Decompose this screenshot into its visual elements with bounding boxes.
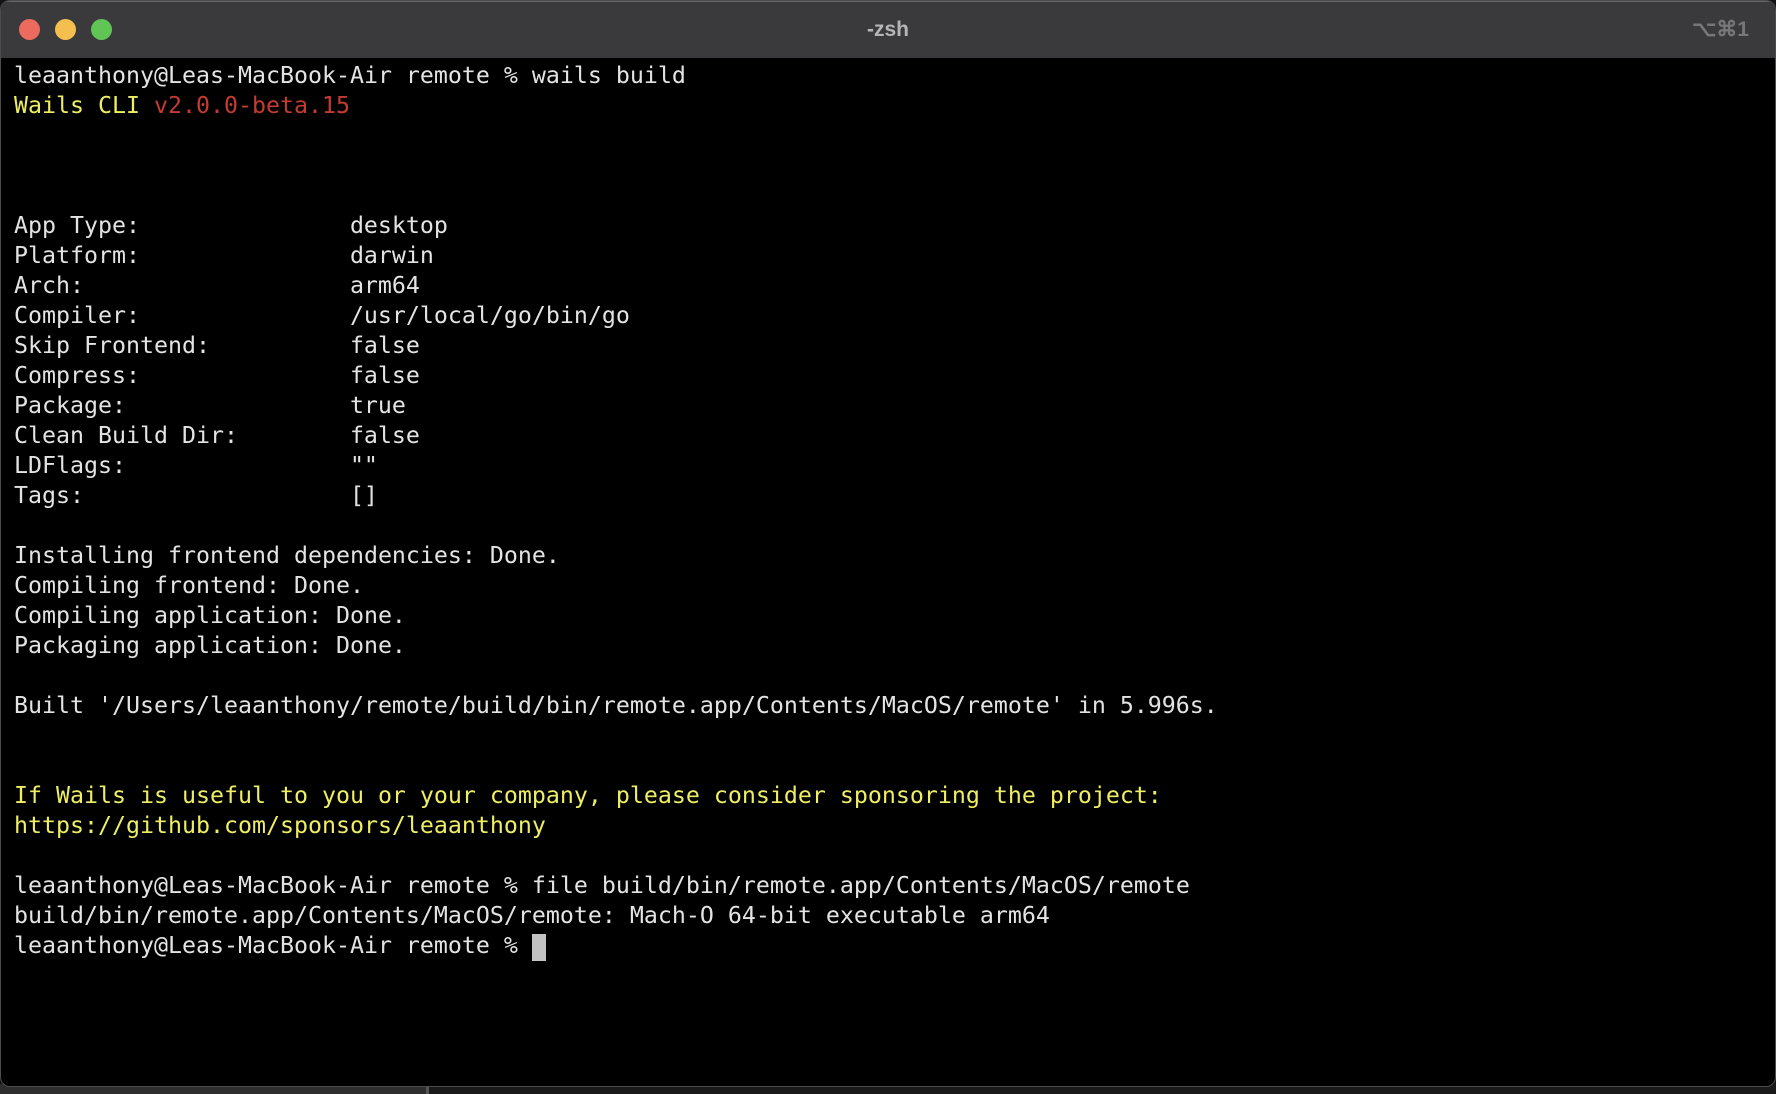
blank-line — [14, 181, 1763, 211]
config-row: Platform:darwin — [14, 241, 1763, 271]
text-cursor — [532, 934, 546, 961]
blank-line — [14, 511, 1763, 541]
window-title: -zsh — [1, 18, 1775, 42]
sponsor-url-line: https://github.com/sponsors/leaanthony — [14, 811, 1763, 841]
command-text: file build/bin/remote.app/Contents/MacOS… — [532, 872, 1190, 899]
config-value: [] — [350, 482, 378, 509]
config-value: desktop — [350, 212, 448, 239]
config-label: LDFlags: — [14, 451, 350, 481]
config-value: darwin — [350, 242, 434, 269]
config-label: Skip Frontend: — [14, 331, 350, 361]
prompt-line-file: leaanthony@Leas-MacBook-Air remote % fil… — [14, 871, 1763, 901]
config-label: Package: — [14, 391, 350, 421]
wails-cli-label: Wails CLI — [14, 92, 140, 119]
zoom-button[interactable] — [91, 19, 112, 40]
config-row: Clean Build Dir:false — [14, 421, 1763, 451]
config-value: /usr/local/go/bin/go — [350, 302, 630, 329]
terminal-screen[interactable]: leaanthony@Leas-MacBook-Air remote % wai… — [1, 58, 1775, 961]
config-value: true — [350, 392, 406, 419]
config-row: Package:true — [14, 391, 1763, 421]
progress-line: Compiling frontend: Done. — [14, 571, 1763, 601]
config-row: Compress:false — [14, 361, 1763, 391]
blank-line — [14, 121, 1763, 151]
config-value: false — [350, 362, 420, 389]
shell-prompt: leaanthony@Leas-MacBook-Air remote % — [14, 62, 518, 89]
config-label: Compress: — [14, 361, 350, 391]
blank-line — [14, 151, 1763, 181]
shell-prompt: leaanthony@Leas-MacBook-Air remote % — [14, 932, 518, 959]
terminal-window: -zsh ⌥⌘1 leaanthony@Leas-MacBook-Air rem… — [0, 0, 1776, 1087]
config-row: Skip Frontend:false — [14, 331, 1763, 361]
command-text: wails build — [532, 62, 686, 89]
config-row: Compiler:/usr/local/go/bin/go — [14, 301, 1763, 331]
config-label: Clean Build Dir: — [14, 421, 350, 451]
blank-line — [14, 841, 1763, 871]
config-row: App Type:desktop — [14, 211, 1763, 241]
blank-line — [14, 661, 1763, 691]
built-result-line: Built '/Users/leaanthony/remote/build/bi… — [14, 691, 1763, 721]
window-controls — [1, 19, 112, 40]
config-value: false — [350, 422, 420, 449]
config-label: App Type: — [14, 211, 350, 241]
config-label: Platform: — [14, 241, 350, 271]
config-label: Compiler: — [14, 301, 350, 331]
config-row: LDFlags:"" — [14, 451, 1763, 481]
close-button[interactable] — [19, 19, 40, 40]
blank-line — [14, 721, 1763, 751]
wails-version: v2.0.0-beta.15 — [154, 92, 350, 119]
config-value: arm64 — [350, 272, 420, 299]
prompt-line-current: leaanthony@Leas-MacBook-Air remote % — [14, 931, 1763, 961]
config-label: Arch: — [14, 271, 350, 301]
sponsor-message-line: If Wails is useful to you or your compan… — [14, 781, 1763, 811]
config-value: false — [350, 332, 420, 359]
wails-banner-line: Wails CLI v2.0.0-beta.15 — [14, 91, 1763, 121]
config-row: Tags:[] — [14, 481, 1763, 511]
shell-prompt: leaanthony@Leas-MacBook-Air remote % — [14, 872, 518, 899]
window-titlebar[interactable]: -zsh ⌥⌘1 — [1, 1, 1775, 58]
progress-line: Installing frontend dependencies: Done. — [14, 541, 1763, 571]
config-row: Arch:arm64 — [14, 271, 1763, 301]
file-output-line: build/bin/remote.app/Contents/MacOS/remo… — [14, 901, 1763, 931]
config-value: "" — [350, 452, 378, 479]
progress-line: Packaging application: Done. — [14, 631, 1763, 661]
minimize-button[interactable] — [55, 19, 76, 40]
progress-line: Compiling application: Done. — [14, 601, 1763, 631]
blank-line — [14, 751, 1763, 781]
tab-shortcut-badge: ⌥⌘1 — [1692, 1, 1749, 58]
prompt-line-build: leaanthony@Leas-MacBook-Air remote % wai… — [14, 61, 1763, 91]
sponsor-link[interactable]: https://github.com/sponsors/leaanthony — [14, 812, 546, 839]
config-label: Tags: — [14, 481, 350, 511]
